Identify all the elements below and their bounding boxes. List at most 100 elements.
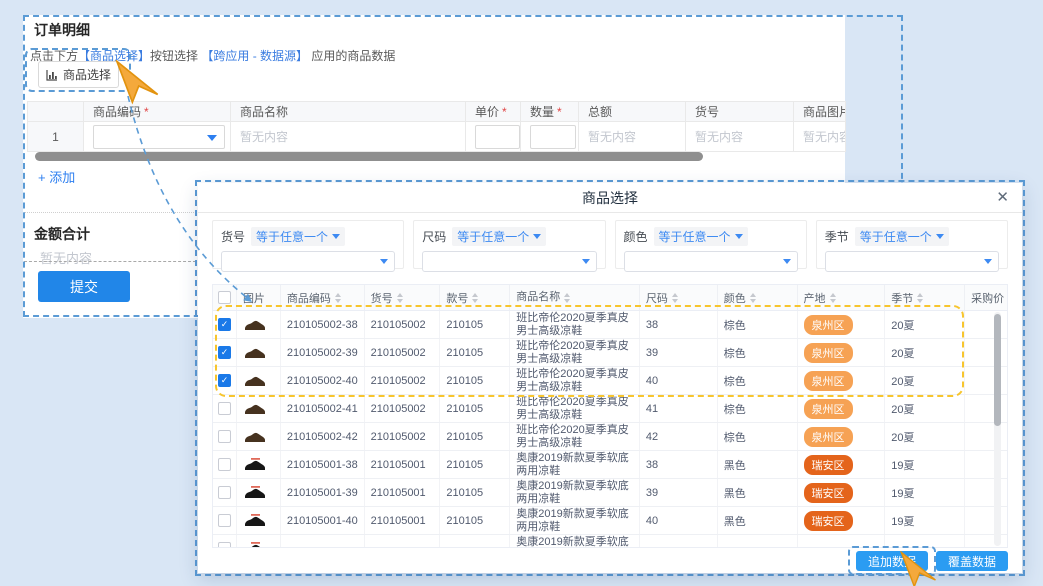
- row-checkbox[interactable]: [218, 486, 231, 499]
- product-row[interactable]: ✓ 210105002-40 210105002 210105 班比帝伦2020…: [213, 367, 1007, 395]
- cell-season: 20夏: [885, 395, 965, 422]
- product-row[interactable]: 210105001-39 210105001 210105 奥康2019新款夏季…: [213, 479, 1007, 507]
- sort-icon[interactable]: [564, 293, 570, 303]
- sort-icon[interactable]: [335, 293, 341, 303]
- product-shoe-image: [243, 458, 267, 472]
- cell-color: 棕色: [718, 395, 798, 422]
- cell-origin: 瑞安区: [798, 451, 886, 478]
- product-code-dropdown[interactable]: [93, 125, 225, 149]
- product-col-header[interactable]: 季节: [885, 285, 965, 310]
- filter-value-select[interactable]: [221, 251, 395, 272]
- filter-operator-chip[interactable]: 等于任意一个: [855, 227, 949, 246]
- row-checkbox[interactable]: [218, 458, 231, 471]
- sort-icon[interactable]: [672, 293, 678, 303]
- chevron-down-icon: [332, 234, 340, 239]
- chevron-down-icon: [783, 259, 791, 264]
- product-col-header[interactable]: 款号: [440, 285, 510, 310]
- filter-operator-chip[interactable]: 等于任意一个: [251, 227, 345, 246]
- product-table: 图片商品编码货号款号商品名称尺码颜色产地季节采购价 ✓ 210105002-38…: [212, 284, 1008, 548]
- cell-product-name: 奥康2019新款夏季软底两用凉鞋: [510, 479, 640, 506]
- vertical-scrollbar-thumb[interactable]: [994, 314, 1001, 426]
- origin-badge: [804, 547, 850, 549]
- sort-icon[interactable]: [917, 293, 923, 303]
- cell-product-name: 班比帝伦2020夏季真皮男士高级凉鞋: [510, 311, 640, 338]
- cell-product-code: 210105002-38: [281, 311, 365, 338]
- cell-item-no: [365, 535, 441, 548]
- instruction-middle: 按钮选择: [150, 49, 201, 63]
- product-select-button[interactable]: 商品选择: [38, 61, 119, 88]
- order-col-header: 数量*: [521, 101, 579, 122]
- submit-button[interactable]: 提交: [38, 271, 130, 302]
- product-col-header[interactable]: 尺码: [640, 285, 718, 310]
- quantity-input[interactable]: [530, 125, 576, 149]
- filter-value-select[interactable]: [825, 251, 999, 272]
- sort-icon[interactable]: [750, 293, 756, 303]
- filter-operator-chip[interactable]: 等于任意一个: [452, 227, 546, 246]
- product-row[interactable]: 210105002-42 210105002 210105 班比帝伦2020夏季…: [213, 423, 1007, 451]
- cell-item-no: 210105002: [365, 339, 441, 366]
- product-row[interactable]: 奥康2019新款夏季软底两用凉鞋: [213, 535, 1007, 548]
- sort-icon[interactable]: [472, 293, 478, 303]
- plus-icon: +: [38, 170, 46, 185]
- select-all-checkbox[interactable]: [218, 291, 231, 304]
- order-col-header: 商品名称: [231, 101, 466, 122]
- product-col-header[interactable]: 产地: [798, 285, 886, 310]
- product-col-header[interactable]: 货号: [365, 285, 441, 310]
- product-row[interactable]: 210105001-38 210105001 210105 奥康2019新款夏季…: [213, 451, 1007, 479]
- row-checkbox[interactable]: ✓: [218, 318, 231, 331]
- add-row-link[interactable]: + 添加: [38, 167, 75, 186]
- cell-size: 38: [640, 451, 718, 478]
- row-checkbox[interactable]: ✓: [218, 346, 231, 359]
- filter-value-select[interactable]: [422, 251, 596, 272]
- cell-product-name: 奥康2019新款夏季软底两用凉鞋: [510, 451, 640, 478]
- product-col-header[interactable]: 商品名称: [510, 285, 640, 310]
- cell-color: 棕色: [718, 367, 798, 394]
- product-shoe-image: [243, 346, 267, 360]
- product-row[interactable]: ✓ 210105002-39 210105002 210105 班比帝伦2020…: [213, 339, 1007, 367]
- overwrite-data-button[interactable]: 覆盖数据: [936, 551, 1008, 571]
- filter-operator-chip[interactable]: 等于任意一个: [654, 227, 748, 246]
- cell-color: 棕色: [718, 339, 798, 366]
- sort-icon[interactable]: [397, 293, 403, 303]
- row-checkbox[interactable]: ✓: [218, 374, 231, 387]
- order-table-header: 商品编码*商品名称单价*数量*总额货号商品图片: [28, 101, 845, 122]
- row-checkbox[interactable]: [218, 514, 231, 527]
- unit-price-input[interactable]: [475, 125, 520, 149]
- product-shoe-image: [243, 374, 267, 388]
- item-no-cell: 暂无内容: [686, 122, 794, 152]
- product-col-header[interactable]: 商品编码: [281, 285, 365, 310]
- product-row[interactable]: 210105001-40 210105001 210105 奥康2019新款夏季…: [213, 507, 1007, 535]
- origin-badge: 泉州区: [804, 371, 853, 391]
- chevron-down-icon: [984, 259, 992, 264]
- row-checkbox[interactable]: [218, 430, 231, 443]
- cell-product-name: 班比帝伦2020夏季真皮男士高级凉鞋: [510, 423, 640, 450]
- cell-origin: 泉州区: [798, 423, 886, 450]
- add-row-label: 添加: [49, 170, 75, 185]
- product-row[interactable]: 210105002-41 210105002 210105 班比帝伦2020夏季…: [213, 395, 1007, 423]
- append-data-button[interactable]: 追加数据: [856, 551, 928, 571]
- filter-value-select[interactable]: [624, 251, 798, 272]
- product-col-header[interactable]: 采购价: [965, 285, 1007, 310]
- product-row[interactable]: ✓ 210105002-38 210105002 210105 班比帝伦2020…: [213, 311, 1007, 339]
- filter-label: 颜色: [624, 230, 648, 244]
- modal-title: 商品选择: [198, 183, 1022, 213]
- product-table-header: 图片商品编码货号款号商品名称尺码颜色产地季节采购价: [213, 285, 1007, 311]
- sort-icon[interactable]: [830, 293, 836, 303]
- order-items-table: 商品编码*商品名称单价*数量*总额货号商品图片 1 暂无内容 暂无内容 暂无内容…: [27, 101, 845, 152]
- product-shoe-image: [243, 402, 267, 416]
- amount-summary-title: 金额合计: [34, 224, 90, 244]
- cell-origin: 瑞安区: [798, 479, 886, 506]
- product-col-header[interactable]: 颜色: [718, 285, 798, 310]
- filter-label: 货号: [221, 230, 245, 244]
- modal-header: 商品选择 ✕: [198, 183, 1022, 213]
- cell-origin: 泉州区: [798, 311, 886, 338]
- cell-color: 黑色: [718, 507, 798, 534]
- horizontal-scrollbar[interactable]: [35, 152, 703, 161]
- cell-color: 棕色: [718, 311, 798, 338]
- close-icon[interactable]: ✕: [996, 183, 1009, 213]
- product-shoe-image: [243, 514, 267, 528]
- row-checkbox[interactable]: [218, 542, 231, 548]
- cell-size: 39: [640, 339, 718, 366]
- row-checkbox[interactable]: [218, 402, 231, 415]
- cell-season: 19夏: [885, 451, 965, 478]
